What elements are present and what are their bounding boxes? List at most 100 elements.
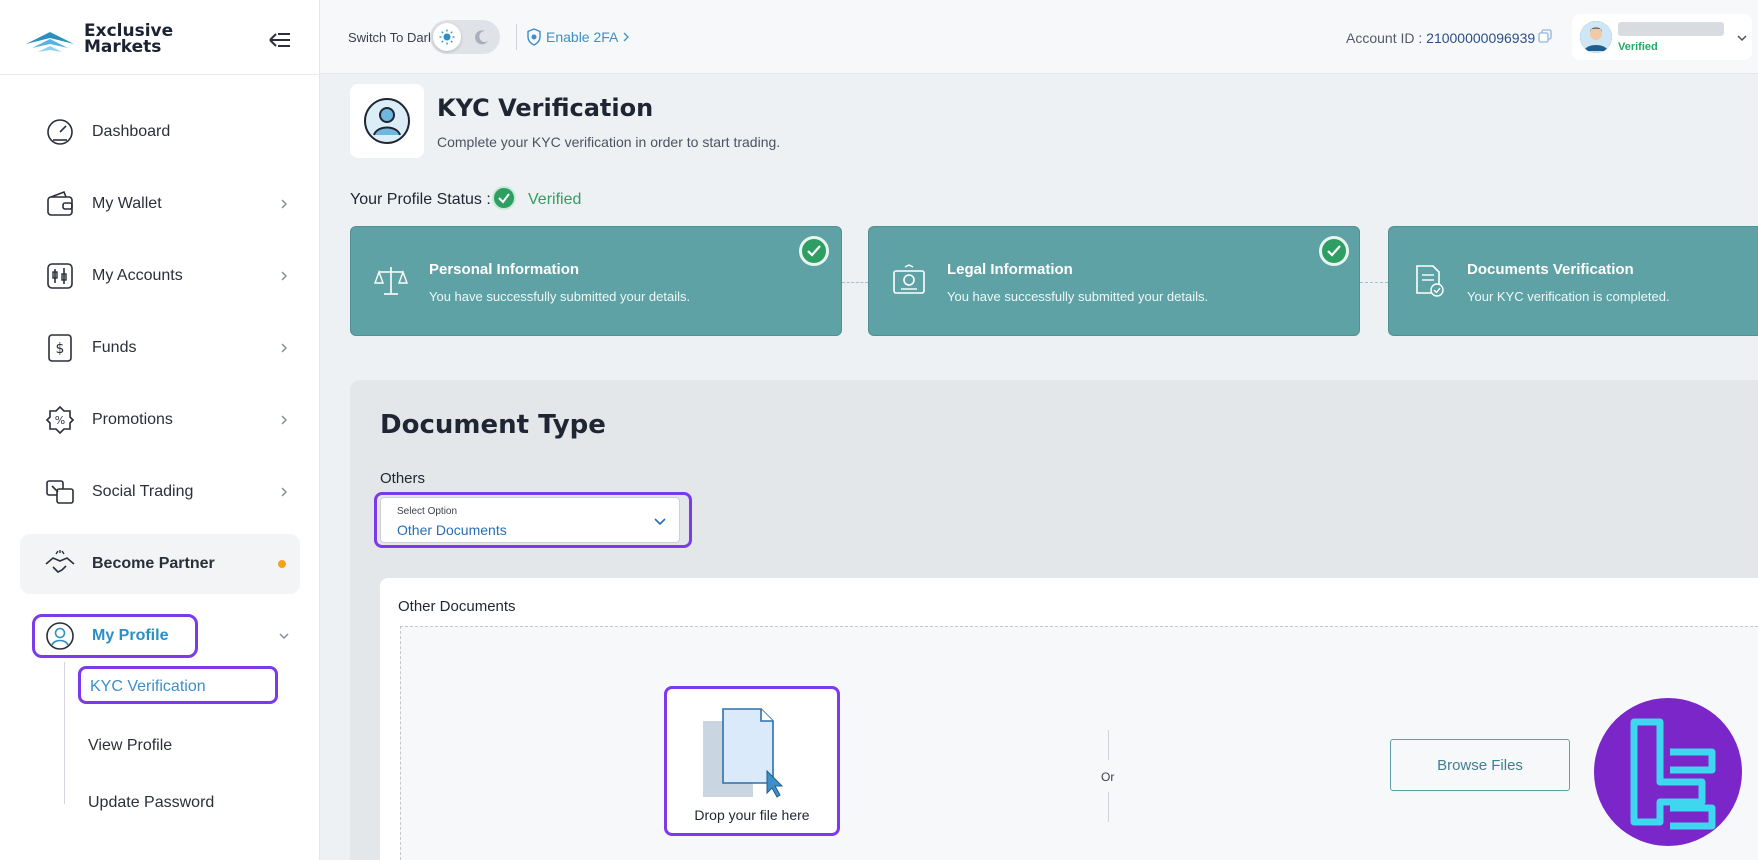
profile-status-value: Verified: [528, 191, 582, 208]
user-menu[interactable]: Verified: [1572, 14, 1752, 60]
step-description: You have successfully submitted your det…: [429, 289, 691, 304]
svg-text:%: %: [55, 414, 65, 427]
step-personal-information: Personal Information You have successful…: [350, 226, 842, 336]
sidebar-item-label: Become Partner: [92, 555, 215, 572]
sun-icon: [439, 29, 455, 45]
chevron-right-icon: [623, 32, 630, 42]
watermark-logo-icon: [1630, 718, 1716, 830]
sidebar-item-promotions[interactable]: % Promotions: [20, 390, 300, 450]
user-name-redacted: [1618, 22, 1724, 36]
submenu-line: [64, 662, 65, 804]
accounts-icon: [47, 263, 73, 289]
sidebar-item-become-partner[interactable]: Become Partner: [20, 534, 300, 594]
dark-mode-toggle[interactable]: [430, 20, 500, 54]
profile-status-label: Your Profile Status :: [350, 191, 491, 208]
step-title: Personal Information: [429, 261, 580, 278]
drop-file-area[interactable]: Drop your file here: [664, 686, 840, 836]
select-value: Other Documents: [397, 522, 507, 538]
page-subtitle: Complete your KYC verification in order …: [437, 134, 781, 150]
funds-dollar-icon: $: [48, 334, 72, 362]
dashboard-gauge-icon: [47, 119, 73, 145]
document-type-title: Document Type: [380, 410, 606, 440]
legal-seal-icon: [893, 264, 925, 294]
file-upload-icon: [703, 708, 784, 798]
sidebar-item-my-accounts[interactable]: My Accounts: [20, 246, 300, 306]
browse-files-button[interactable]: Browse Files: [1390, 739, 1570, 791]
sidebar-item-dashboard[interactable]: Dashboard: [20, 102, 300, 162]
step-description: You have successfully submitted your det…: [947, 289, 1209, 304]
user-verified-status: Verified: [1618, 41, 1658, 53]
top-header: Switch To Dark Enable 2FA Account ID : 2…: [320, 0, 1758, 74]
account-id-label: Account ID :: [1346, 30, 1423, 46]
submenu-view-profile[interactable]: View Profile: [88, 737, 172, 755]
select-caption: Select Option: [397, 506, 458, 517]
account-id-value: 21000000096939: [1426, 30, 1536, 46]
social-trading-icon: [46, 480, 74, 504]
or-text: Or: [1101, 770, 1115, 784]
chevron-down-icon: [279, 633, 289, 640]
watermark-logo: [1594, 698, 1742, 846]
enable-2fa-label: Enable 2FA: [546, 29, 619, 45]
step-connector: [842, 282, 868, 283]
sidebar: Exclusive Markets Dashboard My Wallet My…: [0, 0, 320, 860]
document-check-icon: [1416, 265, 1444, 297]
brand-line2: Markets: [84, 37, 162, 57]
check-circle-icon: [799, 236, 829, 266]
copy-icon[interactable]: [1538, 29, 1552, 43]
step-connector: [1360, 282, 1388, 283]
wallet-icon: [47, 190, 73, 216]
others-label: Others: [380, 470, 426, 487]
handshake-icon: [45, 550, 75, 573]
highlight-my-profile: [32, 614, 198, 658]
chevron-right-icon: [281, 415, 288, 425]
submenu-kyc-verification[interactable]: KYC Verification: [90, 678, 206, 696]
step-documents-verification: Documents Verification Your KYC verifica…: [1388, 226, 1758, 336]
or-divider-bottom: [1108, 792, 1109, 822]
sidebar-item-social-trading[interactable]: Social Trading: [20, 462, 300, 522]
chevron-down-icon: [1737, 35, 1747, 42]
step-title: Legal Information: [947, 261, 1073, 278]
promotion-badge-icon: %: [45, 405, 75, 435]
sidebar-item-funds[interactable]: $ Funds: [20, 318, 300, 378]
header-separator: [516, 24, 517, 50]
account-id: Account ID : 21000000096939: [1346, 30, 1535, 46]
chevron-right-icon: [281, 199, 288, 209]
brand-mark-icon: [26, 32, 74, 52]
sidebar-item-label: My Wallet: [92, 195, 162, 212]
brand-logo[interactable]: Exclusive Markets: [24, 22, 173, 56]
sidebar-item-label: Funds: [92, 339, 137, 356]
chevron-right-icon: [281, 271, 288, 281]
sidebar-item-label: My Accounts: [92, 267, 183, 284]
chevron-down-icon: [654, 518, 666, 526]
enable-2fa-link[interactable]: Enable 2FA: [526, 28, 630, 46]
check-circle-icon: [492, 186, 516, 210]
sidebar-item-label: Dashboard: [92, 123, 171, 140]
collapse-menu-icon[interactable]: [262, 28, 292, 52]
kyc-icon-box: [350, 84, 424, 158]
chevron-right-icon: [281, 487, 288, 497]
drop-file-text: Drop your file here: [694, 807, 810, 823]
page-title: KYC Verification: [437, 94, 654, 122]
sidebar-item-label: Social Trading: [92, 483, 194, 500]
chevron-right-icon: [281, 343, 288, 353]
step-title: Documents Verification: [1467, 261, 1634, 278]
moon-icon: [475, 30, 488, 45]
dark-mode-label: Switch To Dark: [348, 30, 435, 45]
svg-text:$: $: [56, 341, 65, 357]
sidebar-item-my-wallet[interactable]: My Wallet: [20, 174, 300, 234]
user-profile-icon: [364, 98, 410, 144]
notification-dot: [278, 560, 286, 568]
check-circle-icon: [1319, 236, 1349, 266]
scales-icon: [374, 267, 408, 295]
step-legal-information: Legal Information You have successfully …: [868, 226, 1360, 336]
submenu-update-password[interactable]: Update Password: [88, 794, 214, 812]
step-description: Your KYC verification is completed.: [1467, 289, 1670, 304]
document-type-select[interactable]: Select Option Other Documents: [380, 497, 680, 543]
upload-section-label: Other Documents: [398, 598, 516, 615]
sidebar-item-label: Promotions: [92, 411, 173, 428]
sidebar-divider: [0, 74, 320, 75]
or-divider-top: [1108, 730, 1109, 760]
shield-icon: [527, 28, 541, 46]
user-avatar-icon: [1580, 21, 1612, 53]
avatar: [1580, 21, 1612, 53]
